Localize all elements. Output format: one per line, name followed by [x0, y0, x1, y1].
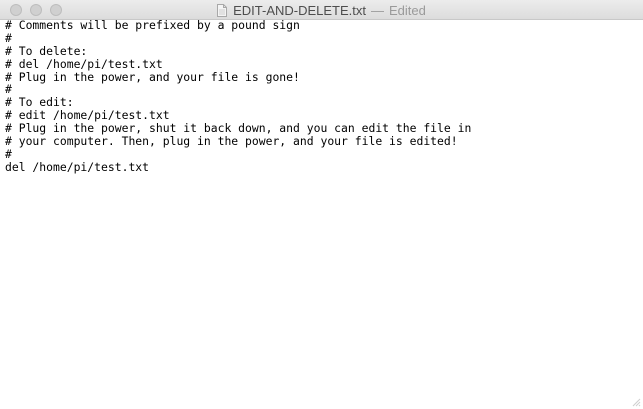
- document-status: Edited: [389, 2, 426, 18]
- text-line: # del /home/pi/test.txt: [5, 56, 163, 71]
- vertical-scrollbar[interactable]: [635, 20, 643, 409]
- text-line: # Plug in the power, and your file is go…: [5, 69, 300, 84]
- title-bar[interactable]: EDIT-AND-DELETE.txt — Edited: [0, 0, 643, 20]
- text-line: #: [5, 30, 12, 45]
- text-line: del /home/pi/test.txt: [5, 159, 150, 174]
- window-title: EDIT-AND-DELETE.txt — Edited: [0, 0, 643, 20]
- title-separator: —: [371, 2, 385, 18]
- text-editor-window: EDIT-AND-DELETE.txt — Edited # Comments …: [0, 0, 643, 409]
- text-line: #: [5, 146, 12, 161]
- text-line: # your computer. Then, plug in the power…: [5, 134, 458, 149]
- text-line: #: [5, 82, 12, 97]
- window-filename: EDIT-AND-DELETE.txt: [233, 2, 367, 18]
- text-line: # Comments will be prefixed by a pound s…: [5, 18, 300, 32]
- text-line: # To delete:: [5, 43, 88, 58]
- text-document-icon[interactable]: [217, 3, 228, 17]
- text-editor-area[interactable]: # Comments will be prefixed by a pound s…: [5, 19, 638, 409]
- resize-grip-icon[interactable]: [632, 398, 641, 407]
